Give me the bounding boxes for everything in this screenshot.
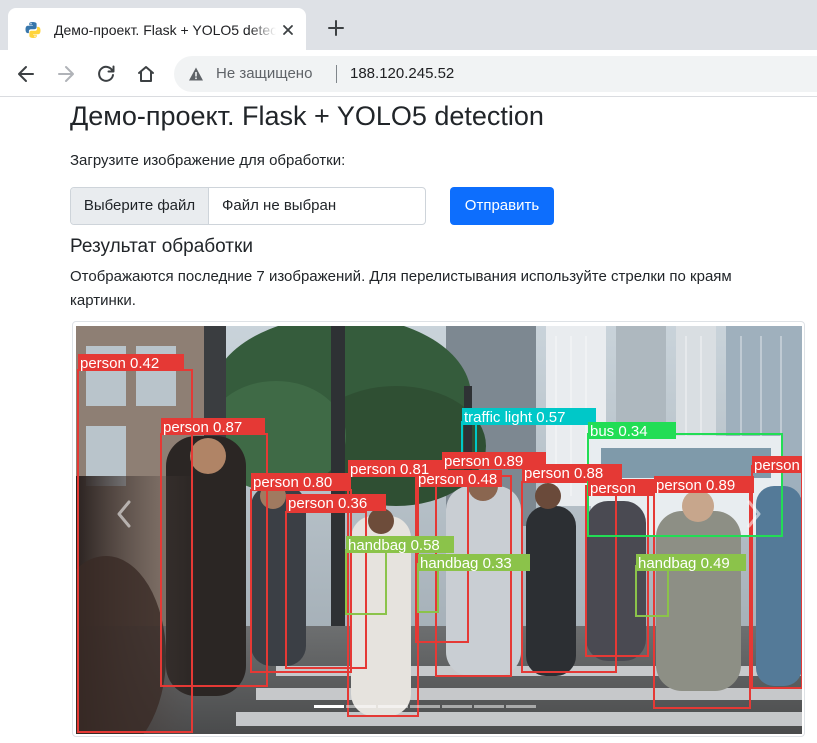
carousel-indicator[interactable] [442,705,472,708]
plus-icon[interactable] [322,14,350,42]
result-heading: Результат обработки [70,236,253,257]
choose-file-button[interactable]: Выберите файл [71,188,209,224]
security-status-label[interactable]: Не защищено [216,65,312,83]
detection-label-person: person 0.87 [163,419,242,436]
detection-label-person: person 0.89 [656,477,735,494]
detection-label-handbag: handbag 0.58 [348,537,440,554]
detection-label-handbag: handbag 0.33 [420,555,512,572]
carousel-indicator[interactable] [314,705,344,708]
close-icon[interactable] [278,20,298,40]
tab-strip: Демо-проект. Flask + YOLO5 detection [0,0,817,50]
python-favicon-icon [24,21,42,39]
detection-label-person: person 0.36 [288,495,367,512]
back-arrow-icon[interactable] [11,59,41,89]
url-text[interactable]: 188.120.245.52 [350,65,454,83]
file-status-text: Файл не выбран [222,197,337,214]
browser-tab[interactable]: Демо-проект. Flask + YOLO5 detection [8,8,306,50]
page-content: Демо-проект. Flask + YOLO5 detection Заг… [0,97,817,743]
forward-arrow-icon[interactable] [51,59,81,89]
carousel-indicator[interactable] [506,705,536,708]
carousel-indicator[interactable] [346,705,376,708]
detection-label-person: person [590,480,636,497]
address-bar[interactable]: Не защищено 188.120.245.52 [174,56,817,92]
warning-triangle-icon[interactable] [188,66,204,82]
tab-title: Демо-проект. Flask + YOLO5 detection [54,22,276,38]
file-input[interactable]: Выберите файл Файл не выбран [70,187,426,225]
detection-label-person: person 0.48 [418,471,497,488]
detection-label-person: person [754,457,800,474]
chevron-right-icon[interactable] [739,492,769,536]
result-description: Отображаются последние 7 изображений. Дл… [70,268,732,309]
address-separator [336,65,337,83]
upload-label: Загрузите изображение для обработки: [70,152,346,169]
submit-button[interactable]: Отправить [450,187,554,225]
page-title: Демо-проект. Flask + YOLO5 detection [70,101,544,131]
result-carousel: person 0.42 person 0.87 person 0.80 pers… [72,321,805,737]
home-icon[interactable] [131,59,161,89]
detection-label-person: person 0.89 [444,453,523,470]
detection-label-person: person 0.80 [253,474,332,491]
detection-label-handbag: handbag 0.49 [638,555,730,572]
detection-label-bus: bus 0.34 [590,423,648,440]
carousel-indicators [313,705,537,711]
reload-icon[interactable] [91,59,121,89]
detection-result-image: person 0.42 person 0.87 person 0.80 pers… [76,326,802,734]
detection-label-person: person 0.42 [80,355,159,372]
chevron-left-icon[interactable] [109,492,139,536]
detection-photo-svg: person 0.42 person 0.87 person 0.80 pers… [76,326,802,734]
carousel-indicator[interactable] [474,705,504,708]
carousel-indicator[interactable] [378,705,408,708]
browser-toolbar: Не защищено 188.120.245.52 [0,50,817,97]
carousel-indicator[interactable] [410,705,440,708]
detection-label-traffic-light: traffic light 0.57 [464,409,565,426]
